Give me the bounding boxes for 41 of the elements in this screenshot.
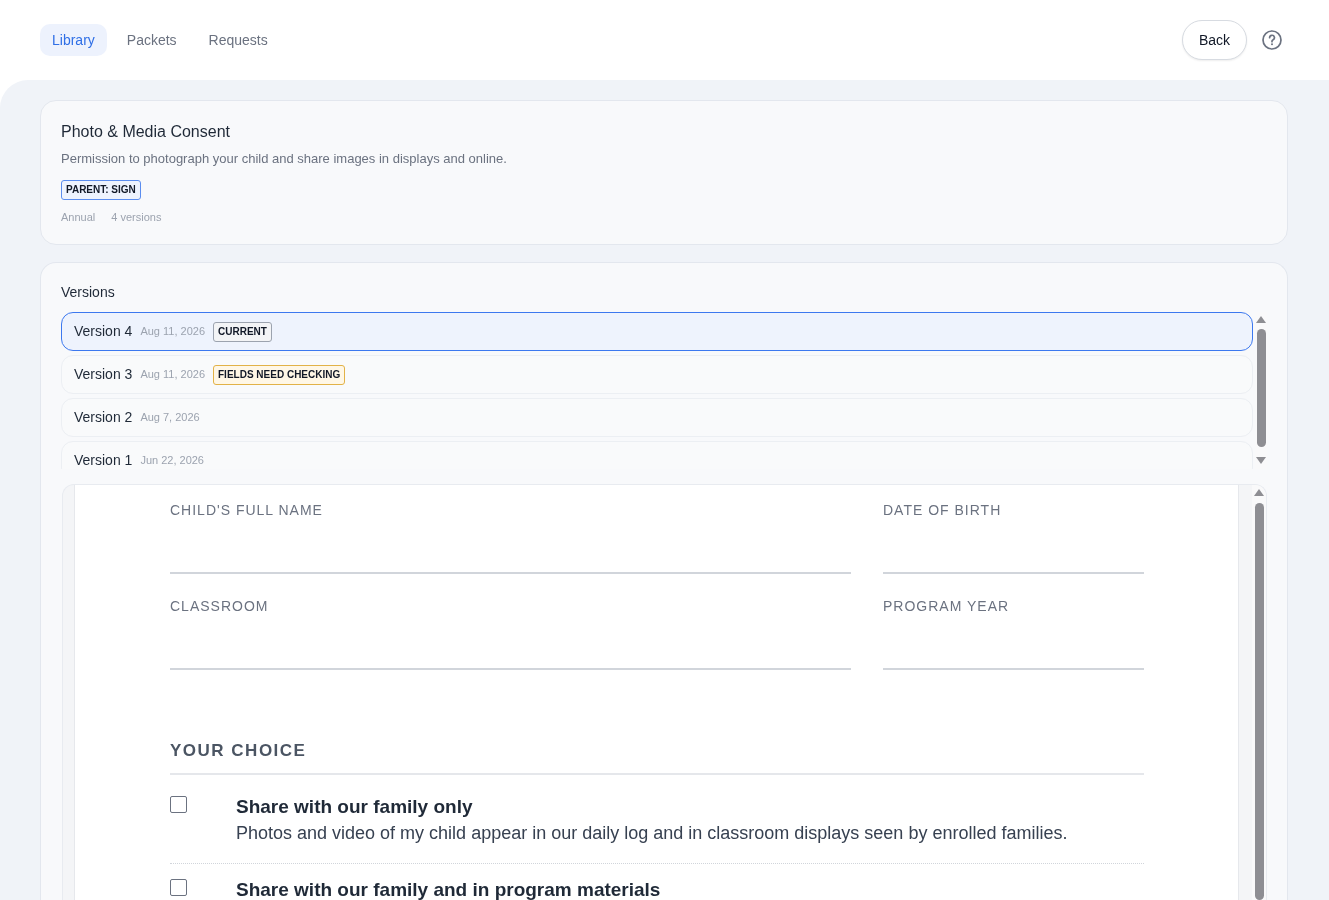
- version-item[interactable]: Version 4 Aug 11, 2026 CURRENT: [61, 312, 1253, 351]
- version-item[interactable]: Version 3 Aug 11, 2026 FIELDS NEED CHECKING: [61, 355, 1253, 394]
- version-date: Aug 7, 2026: [140, 410, 200, 426]
- status-tag: PARENT: SIGN: [61, 180, 141, 200]
- meta-text: 4 versions: [111, 210, 162, 224]
- field-label: CHILD'S FULL NAME: [170, 502, 324, 518]
- form-description: Permission to photograph your child and share images in displays and online.: [61, 150, 508, 168]
- section-title: Versions: [61, 283, 116, 302]
- scroll-down-arrow-icon[interactable]: [1256, 457, 1266, 464]
- section-heading: YOUR CHOICE: [170, 740, 1144, 775]
- scroll-up-arrow-icon[interactable]: [1254, 489, 1264, 496]
- status-tag: CURRENT: [213, 321, 272, 342]
- help-icon[interactable]: [1262, 30, 1282, 50]
- version-date: Aug 11, 2026: [140, 367, 205, 383]
- scroll-up-arrow-icon[interactable]: [1256, 316, 1266, 323]
- version-label: Version 2: [74, 408, 133, 427]
- checkbox[interactable]: [170, 879, 187, 896]
- version-label: Version 3: [74, 365, 133, 384]
- field-label: PROGRAM YEAR: [883, 598, 1011, 614]
- version-date: Jun 22, 2026: [140, 453, 204, 469]
- version-label: Version 1: [74, 451, 133, 469]
- status-tag: FIELDS NEED CHECKING: [213, 364, 346, 385]
- back-button[interactable]: Back: [1181, 20, 1247, 60]
- nav-tab[interactable]: Requests: [196, 24, 280, 56]
- nav-tab[interactable]: Library: [40, 24, 107, 56]
- scrollbar-thumb[interactable]: [1254, 503, 1264, 900]
- scrollbar[interactable]: [1252, 485, 1266, 900]
- version-item[interactable]: Version 1 Jun 22, 2026: [61, 441, 1253, 469]
- checkbox[interactable]: [170, 796, 187, 813]
- scrollbar-thumb[interactable]: [1256, 329, 1266, 447]
- field-label: DATE OF BIRTH: [883, 502, 1003, 518]
- version-item[interactable]: Version 2 Aug 7, 2026: [61, 398, 1253, 437]
- meta-text: Annual: [61, 210, 96, 224]
- nav-tab[interactable]: Packets: [114, 24, 189, 56]
- version-label: Version 4: [74, 322, 133, 341]
- version-date: Aug 11, 2026: [140, 324, 205, 340]
- choice-description: Photos and video of my child appear in our daily log and in classroom displays seen by enrolled families.: [236, 822, 1069, 845]
- form-title: Photo & Media Consent: [61, 122, 231, 142]
- choice-title: Share with our family and in program materials: [236, 878, 662, 900]
- field-label: CLASSROOM: [170, 598, 270, 614]
- choice-title: Share with our family only: [236, 795, 474, 819]
